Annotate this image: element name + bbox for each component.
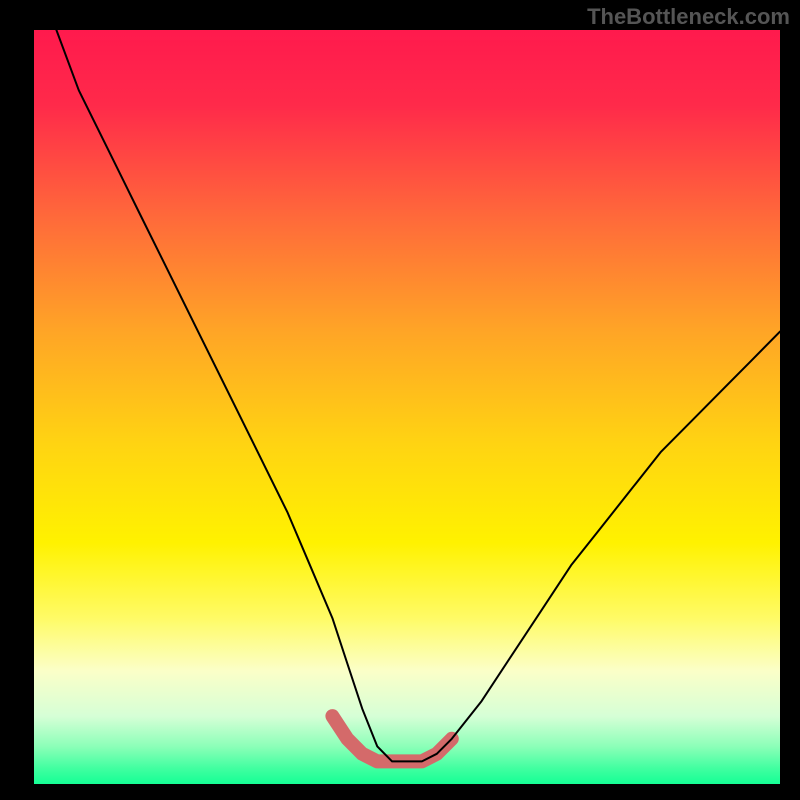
frame-bottom [0,784,800,800]
plot-area [34,30,780,784]
frame-left [0,0,34,800]
chart-container: TheBottleneck.com [0,0,800,800]
watermark-text: TheBottleneck.com [587,4,790,30]
bottleneck-chart [0,0,800,800]
frame-right [780,0,800,800]
gradient-bg [34,30,780,784]
